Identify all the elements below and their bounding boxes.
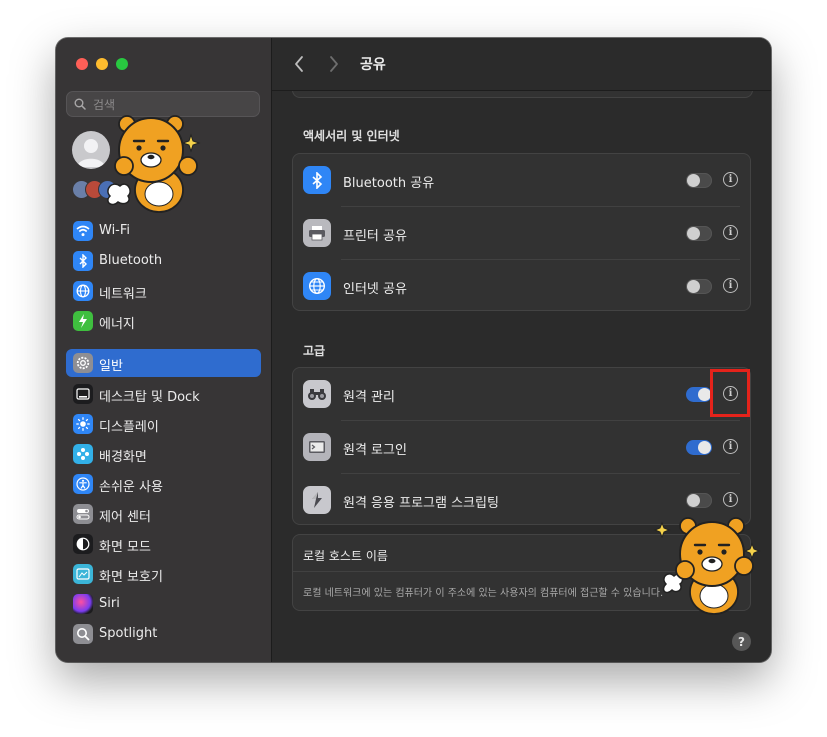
sidebar: Wi-Fi Bluetooth 네트워크 에너지 일반 — [56, 38, 272, 662]
sidebar-item-spotlight[interactable]: Spotlight — [66, 620, 261, 648]
row-label: Bluetooth 공유 — [343, 176, 435, 191]
info-icon[interactable]: i — [723, 439, 738, 454]
sidebar-item-accessibility[interactable]: 손쉬운 사용 — [66, 470, 261, 498]
row-remote-management: 원격 관리 i — [293, 368, 750, 421]
ryan-sticker-icon — [653, 517, 761, 615]
sidebar-item-bluetooth[interactable]: Bluetooth — [66, 247, 261, 275]
sidebar-item-control-center[interactable]: 제어 센터 — [66, 500, 261, 528]
sidebar-item-label: 에너지 — [99, 317, 135, 332]
forward-button[interactable] — [323, 53, 343, 75]
sidebar-item-label: 디스플레이 — [99, 420, 159, 435]
screensaver-icon — [73, 564, 93, 584]
row-label: 프린터 공유 — [343, 229, 407, 244]
info-icon[interactable]: i — [723, 278, 738, 293]
advanced-card: 원격 관리 i 원격 로그인 i 원격 응용 프로그램 스크립팅 i — [292, 367, 751, 525]
sidebar-item-energy[interactable]: 에너지 — [66, 307, 261, 335]
info-icon[interactable]: i — [723, 492, 738, 507]
sidebar-item-label: 제어 센터 — [99, 510, 151, 525]
sidebar-item-desktop-dock[interactable]: 데스크탑 및 Dock — [66, 380, 261, 408]
bluetooth-sharing-toggle[interactable] — [686, 173, 712, 188]
wifi-icon — [73, 221, 93, 241]
bluetooth-share-icon — [303, 166, 331, 194]
sidebar-item-label: Siri — [99, 596, 120, 611]
bluetooth-icon — [73, 251, 93, 271]
zoom-window-button[interactable] — [116, 58, 128, 70]
page-title: 공유 — [360, 57, 386, 73]
magnifier-icon — [73, 624, 93, 644]
local-hostname-description: 로컬 네트워크에 있는 컴퓨터가 이 주소에 있는 사용자의 컴퓨터에 접근할 … — [303, 588, 664, 599]
highlight-box — [710, 369, 750, 417]
row-label: 원격 로그인 — [343, 443, 407, 458]
sidebar-item-wallpaper[interactable]: 배경화면 — [66, 440, 261, 468]
sidebar-item-appearance[interactable]: 화면 모드 — [66, 530, 261, 558]
sidebar-item-label: 배경화면 — [99, 450, 147, 465]
row-bluetooth-sharing: Bluetooth 공유 i — [293, 154, 750, 207]
remote-scripting-toggle[interactable] — [686, 493, 712, 508]
sidebar-item-siri[interactable]: Siri — [66, 590, 261, 618]
sidebar-item-label: 손쉬운 사용 — [99, 480, 163, 495]
back-button[interactable] — [290, 53, 310, 75]
accessories-card: Bluetooth 공유 i 프린터 공유 i 인터넷 공유 i — [292, 153, 751, 311]
wallpaper-icon — [73, 444, 93, 464]
internet-sharing-toggle[interactable] — [686, 279, 712, 294]
section-title-advanced: 고급 — [303, 344, 326, 358]
row-remote-login: 원격 로그인 i — [293, 421, 750, 474]
remote-login-toggle[interactable] — [686, 440, 712, 455]
chevron-left-icon — [295, 56, 303, 72]
info-icon[interactable]: i — [723, 172, 738, 187]
sidebar-item-label: Spotlight — [99, 626, 158, 641]
appearance-icon — [73, 534, 93, 554]
sidebar-item-label: 네트워크 — [99, 287, 147, 302]
search-icon — [74, 98, 86, 110]
sidebar-item-displays[interactable]: 디스플레이 — [66, 410, 261, 438]
ryan-sticker-icon — [107, 115, 201, 213]
sidebar-item-wifi[interactable]: Wi-Fi — [66, 217, 261, 245]
siri-icon — [73, 594, 93, 614]
gear-icon — [73, 353, 93, 373]
sidebar-item-general[interactable]: 일반 — [66, 349, 261, 377]
settings-window: Wi-Fi Bluetooth 네트워크 에너지 일반 — [56, 38, 771, 662]
sidebar-item-label: Bluetooth — [99, 253, 163, 268]
row-label: 원격 응용 프로그램 스크립팅 — [343, 496, 499, 511]
accessibility-icon — [73, 474, 93, 494]
section-title-accessories: 액세서리 및 인터넷 — [303, 129, 400, 143]
row-label: 원격 관리 — [343, 390, 395, 405]
chevron-right-icon — [330, 56, 338, 72]
close-window-button[interactable] — [76, 58, 88, 70]
binoculars-icon — [303, 380, 331, 408]
sidebar-item-label: 데스크탑 및 Dock — [99, 390, 200, 405]
globe-icon — [73, 281, 93, 301]
dock-icon — [73, 384, 93, 404]
internet-share-icon — [303, 272, 331, 300]
local-hostname-label: 로컬 호스트 이름 — [303, 549, 388, 563]
sidebar-item-screensaver[interactable]: 화면 보호기 — [66, 560, 261, 588]
minimize-window-button[interactable] — [96, 58, 108, 70]
toolbar: 공유 — [272, 38, 771, 91]
help-button[interactable]: ? — [732, 632, 751, 651]
row-label: 인터넷 공유 — [343, 282, 407, 297]
sidebar-item-label: 일반 — [99, 359, 123, 374]
remote-login-icon — [303, 433, 331, 461]
energy-icon — [73, 311, 93, 331]
sun-icon — [73, 414, 93, 434]
sidebar-item-label: 화면 모드 — [99, 540, 151, 555]
main-pane: 공유 액세서리 및 인터넷 Bluetooth 공유 i 프린터 공유 i 인터… — [272, 38, 771, 662]
sidebar-item-label: 화면 보호기 — [99, 570, 163, 585]
printer-icon — [303, 219, 331, 247]
printer-sharing-toggle[interactable] — [686, 226, 712, 241]
sidebar-item-label: Wi-Fi — [99, 223, 131, 238]
remote-management-toggle[interactable] — [686, 387, 712, 402]
row-printer-sharing: 프린터 공유 i — [293, 207, 750, 260]
script-icon — [303, 486, 331, 514]
info-icon[interactable]: i — [723, 225, 738, 240]
control-center-icon — [73, 504, 93, 524]
row-internet-sharing: 인터넷 공유 i — [293, 260, 750, 313]
sidebar-item-network[interactable]: 네트워크 — [66, 277, 261, 305]
